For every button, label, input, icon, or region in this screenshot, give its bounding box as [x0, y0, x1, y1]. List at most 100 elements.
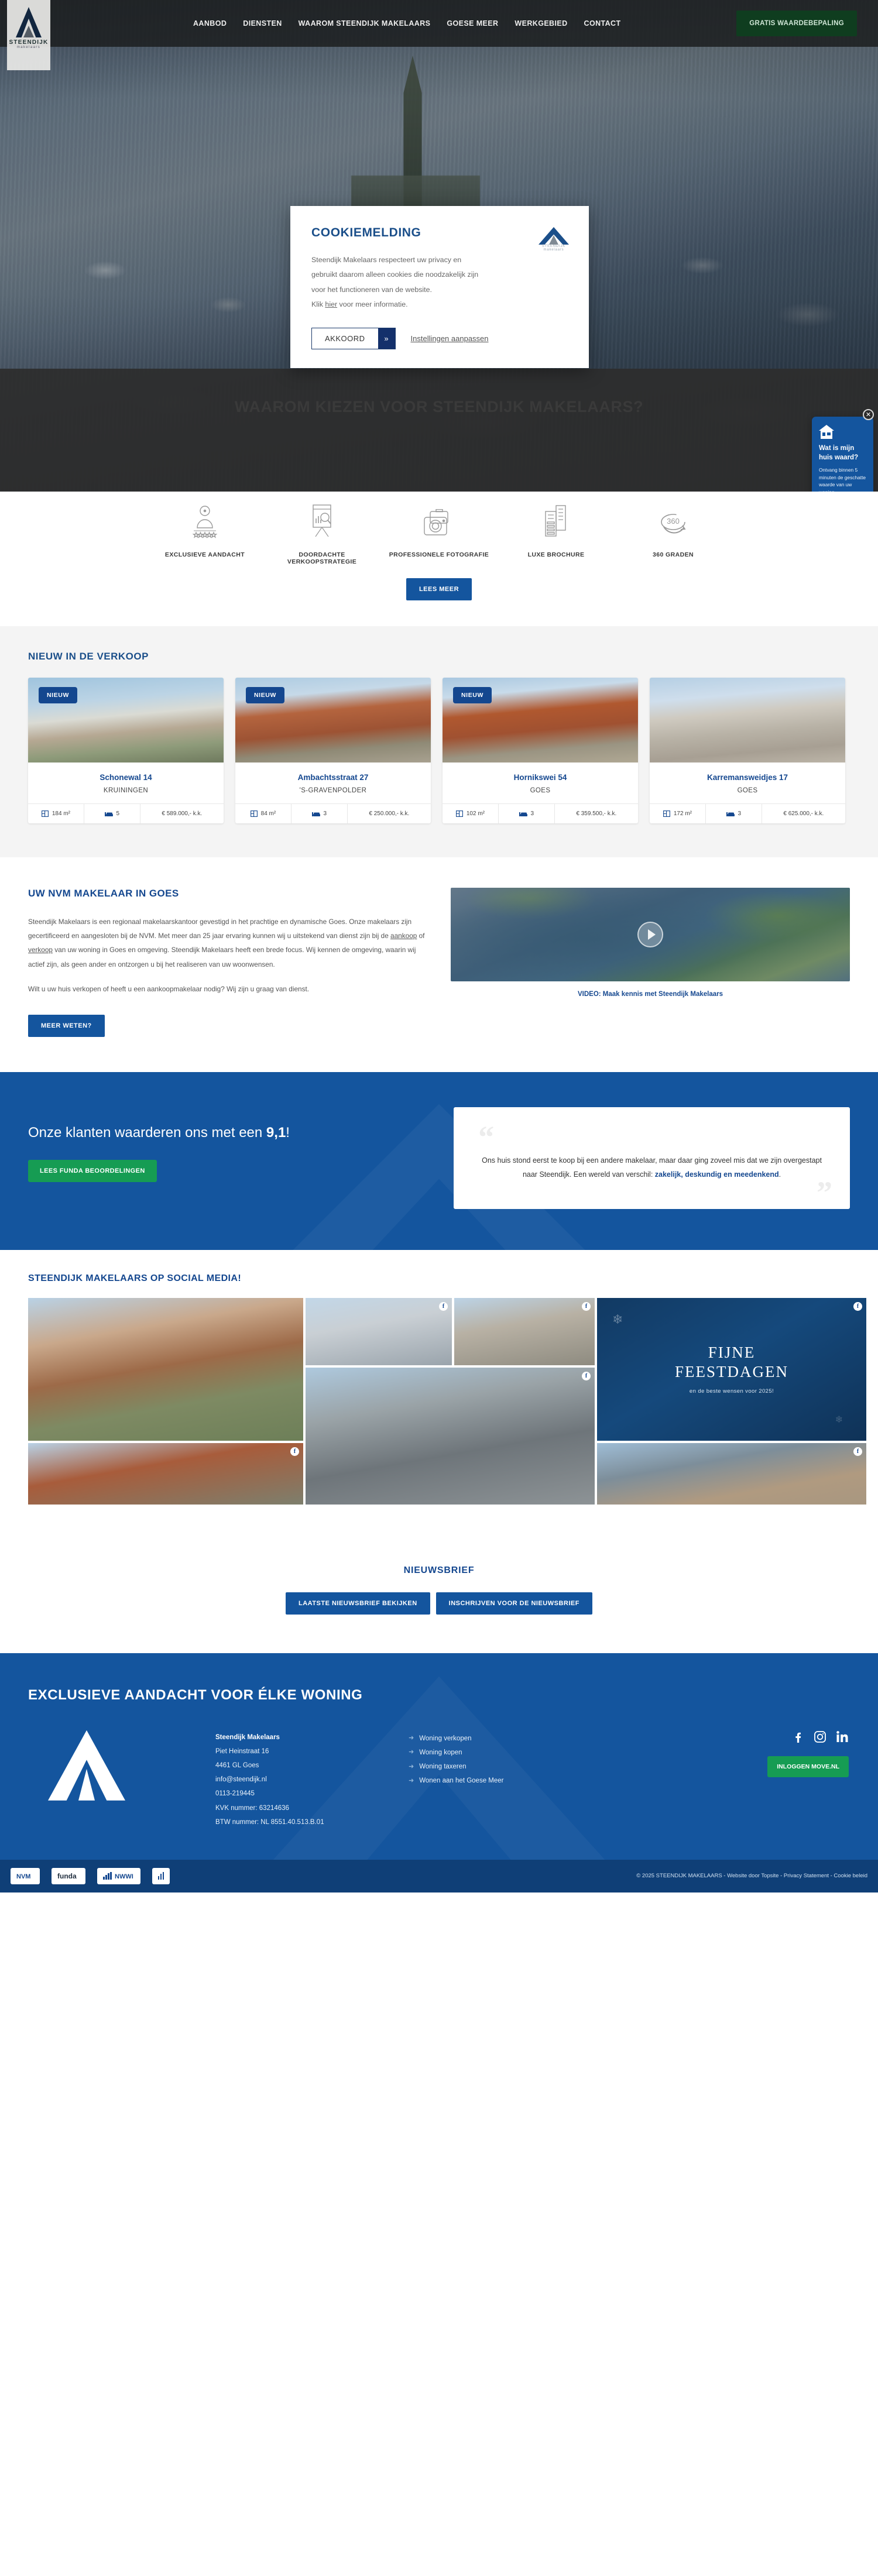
site-footer: EXCLUSIEVE AANDACHT VOOR ÉLKE WONING Ste… [0, 1653, 878, 1892]
footer-email[interactable]: info@steendijk.nl [215, 1773, 409, 1787]
nav-item-diensten[interactable]: DIENSTEN [243, 19, 282, 28]
social-post[interactable]: f [306, 1367, 595, 1505]
social-post-holiday[interactable]: f ❄ ❄ FIJNE FEESTDAGEN en de beste wense… [597, 1297, 866, 1441]
cookie-logo-caption: STEENDIJK makelaars [541, 245, 566, 252]
footer-phone[interactable]: 0113-219445 [215, 1787, 409, 1801]
copyright-text: © 2025 STEENDIJK MAKELAARS - Website doo… [636, 1873, 867, 1880]
instagram-icon[interactable] [814, 1730, 826, 1743]
facebook-icon: f [290, 1447, 299, 1456]
floorplan-icon [455, 810, 463, 817]
listing-card[interactable]: NIEUW Hornikswei 54 GOES 102 m² 3 € 359.… [443, 678, 638, 823]
facebook-icon: f [582, 1371, 591, 1380]
site-logo[interactable]: STEENDIJK makelaars [7, 0, 50, 70]
bars-icon [103, 1872, 112, 1880]
partner-logos: NVM funda NWWI [11, 1867, 170, 1884]
why-item-brochure[interactable]: LUXE BROCHURE [498, 502, 615, 565]
listing-photo [650, 678, 845, 763]
listing-meta: 102 m² 3 € 359.500,- k.k. [443, 803, 638, 823]
listing-rooms: 3 [290, 804, 347, 823]
homepage: AANBOD DIENSTEN WAAROM STEENDIJK MAKELAA… [0, 0, 878, 1892]
cookie-accept-button[interactable]: AKKOORD » [311, 327, 396, 349]
listing-photo: NIEUW [443, 678, 638, 763]
logo-name: STEENDIJK [9, 39, 49, 46]
snowflake-icon: ❄ [835, 1414, 843, 1425]
intro-video-player[interactable] [451, 888, 850, 981]
view-latest-newsletter-button[interactable]: LAATSTE NIEUWSBRIEF BEKIJKEN [286, 1592, 430, 1615]
snowflake-icon: ❄ [612, 1311, 623, 1327]
svg-text:360: 360 [667, 517, 680, 525]
listing-card[interactable]: Karremansweidjes 17 GOES 172 m² 3 € 625.… [650, 678, 845, 823]
testimonial-card: “ Ons huis stond eerst te koop bij een a… [454, 1107, 850, 1209]
nvm-logo[interactable]: NVM [11, 1867, 40, 1884]
listing-address: Schonewal 14 [100, 773, 152, 782]
rating-score: 9,1 [266, 1124, 286, 1141]
cookie-body-line-4: Klik hier voor meer informatie. [311, 297, 568, 312]
aankoop-link[interactable]: aankoop [390, 932, 417, 940]
linkedin-icon[interactable] [836, 1730, 849, 1743]
social-post[interactable]: f [28, 1442, 303, 1505]
logo-mark-icon [16, 7, 42, 37]
listing-area: 184 m² [28, 804, 84, 823]
cookie-body-line-1: Steendijk Makelaars respecteert uw priva… [311, 256, 462, 264]
listing-card[interactable]: NIEUW Ambachtsstraat 27 'S-GRAVENPOLDER … [235, 678, 431, 823]
facebook-icon[interactable] [791, 1730, 804, 1743]
nav-item-goese-meer[interactable]: GOESE MEER [447, 19, 498, 28]
listing-card[interactable]: NIEUW Schonewal 14 KRUININGEN 184 m² 5 €… [28, 678, 224, 823]
footer-link-woning-taxeren[interactable]: ➜ Woning taxeren [409, 1760, 643, 1774]
arrow-right-icon: ➜ [409, 1734, 414, 1742]
gratis-waardebepaling-button[interactable]: GRATIS WAARDEBEPALING [736, 11, 857, 36]
play-icon[interactable] [637, 922, 663, 947]
social-post[interactable] [28, 1297, 303, 1441]
footer-link-woning-kopen[interactable]: ➜ Woning kopen [409, 1746, 643, 1760]
funda-logo[interactable]: funda [52, 1867, 85, 1884]
cookie-settings-link[interactable]: Instellingen aanpassen [411, 334, 489, 343]
footer-postcode: 4461 GL Goes [215, 1762, 259, 1770]
bed-icon [104, 811, 113, 817]
why-heading-block: WAAROM KIEZEN VOOR STEENDIJK MAKELAARS? [0, 369, 878, 492]
testimonial-section: Onze klanten waarderen ons met een 9,1! … [0, 1071, 878, 1250]
video-caption: VIDEO: Maak kennis met Steendijk Makelaa… [451, 981, 850, 1001]
nav-item-contact[interactable]: CONTACT [584, 19, 621, 28]
why-item-360-graden[interactable]: 360 360 GRADEN [615, 502, 732, 565]
new-badge: NIEUW [453, 687, 492, 703]
close-icon[interactable]: ✕ [863, 409, 874, 420]
social-post[interactable]: f [454, 1297, 595, 1365]
house-icon [819, 425, 834, 439]
footer-link-woning-verkopen[interactable]: ➜ Woning verkopen [409, 1732, 643, 1746]
why-item-verkoopstrategie[interactable]: DOORDACHTE VERKOOPSTRATEGIE [263, 502, 380, 565]
listing-rooms: 5 [83, 804, 140, 823]
move-login-button[interactable]: INLOGGEN MOVE.NL [767, 1756, 849, 1777]
cookie-more-info-link[interactable]: hier [325, 300, 337, 308]
nav-item-werkgebied[interactable]: WERKGEBIED [515, 19, 567, 28]
footer-bottom-bar: NVM funda NWWI © 2025 STEENDIJK MAKELAAR… [0, 1859, 878, 1892]
listing-body: Hornikswei 54 GOES [443, 763, 638, 803]
quote-close-icon: ” [817, 1174, 832, 1210]
subscribe-newsletter-button[interactable]: INSCHRIJVEN VOOR DE NIEUWSBRIEF [435, 1592, 592, 1615]
nwwi-logo[interactable]: NWWI [97, 1867, 140, 1884]
why-cta-wrap: LEES MEER [0, 565, 878, 626]
footer-tagline: EXCLUSIEVE AANDACHT VOOR ÉLKE WONING [28, 1687, 363, 1703]
footer-link-goese-meer[interactable]: ➜ Wonen aan het Goese Meer [409, 1774, 643, 1788]
funda-reviews-button[interactable]: LEES FUNDA BEOORDELINGEN [28, 1159, 157, 1182]
lees-meer-button[interactable]: LEES MEER [406, 578, 472, 600]
360-degrees-icon: 360 [615, 502, 732, 538]
meer-weten-button[interactable]: MEER WETEN? [28, 1014, 105, 1037]
why-item-exclusieve-aandacht[interactable]: EXCLUSIEVE AANDACHT [146, 502, 263, 565]
why-icons-row: EXCLUSIEVE AANDACHT DOORDACHTE VERKOOPST… [0, 492, 878, 565]
bed-icon [519, 811, 527, 817]
vbo-logo[interactable] [152, 1867, 170, 1884]
testimonial-quote: Ons huis stond eerst te koop bij een and… [482, 1156, 822, 1179]
nav-item-waarom[interactable]: WAAROM STEENDIJK MAKELAARS [299, 19, 431, 28]
social-post[interactable]: f [597, 1442, 866, 1505]
why-item-fotografie[interactable]: PROFESSIONELE FOTOGRAFIE [380, 502, 498, 565]
verkoop-link[interactable]: verkoop [28, 946, 53, 954]
cookie-body-line-3: voor het functioneren van de website. [311, 285, 432, 294]
nav-item-aanbod[interactable]: AANBOD [193, 19, 227, 28]
cookie-logo-icon: STEENDIJK makelaars [539, 227, 569, 252]
cookie-klik-text: Klik [311, 300, 325, 309]
listing-area: 102 m² [443, 804, 498, 823]
listing-price: € 625.000,- k.k. [761, 804, 845, 823]
cookie-title: COOKIEMELDING [311, 226, 421, 239]
social-post[interactable]: f [306, 1297, 452, 1365]
listing-rooms: 3 [498, 804, 554, 823]
